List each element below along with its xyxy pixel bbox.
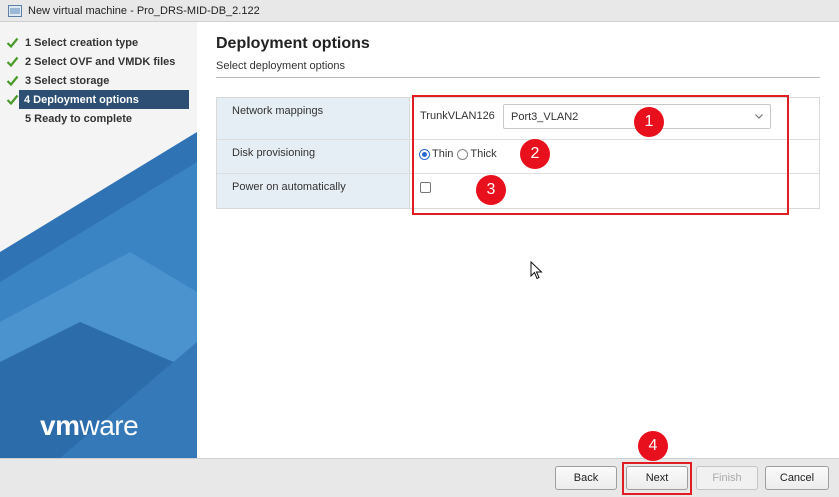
main-panel: Deployment options Select deployment opt… xyxy=(197,22,839,458)
step-3[interactable]: 3 Select storage xyxy=(0,71,197,90)
check-icon xyxy=(6,74,19,87)
page-title: Deployment options xyxy=(216,35,370,52)
vmware-logo: vmware xyxy=(40,410,139,442)
step-label: 1 Select creation type xyxy=(25,36,139,49)
title-bar: New virtual machine - Pro_DRS-MID-DB_2.1… xyxy=(0,0,839,22)
step-4-active[interactable]: 4 Deployment options xyxy=(19,90,189,109)
step-2[interactable]: 2 Select OVF and VMDK files xyxy=(0,52,197,71)
annotation-badge-1: 1 xyxy=(634,107,664,137)
step-1[interactable]: 1 Select creation type xyxy=(0,33,197,52)
window-title: New virtual machine - Pro_DRS-MID-DB_2.1… xyxy=(28,4,260,17)
logo-suffix: ware xyxy=(79,410,139,441)
step-5[interactable]: 5 Ready to complete xyxy=(0,109,197,128)
back-button[interactable]: Back xyxy=(555,466,617,490)
divider xyxy=(216,77,820,78)
mouse-cursor-icon xyxy=(530,261,543,280)
finish-button[interactable]: Finish xyxy=(696,466,758,490)
logo-prefix: vm xyxy=(40,410,80,441)
wizard-steps: 1 Select creation type 2 Select OVF and … xyxy=(0,33,197,128)
vm-window-icon xyxy=(8,4,22,17)
power-on-label: Power on automatically xyxy=(217,174,410,208)
check-icon xyxy=(6,55,19,68)
step-label: 2 Select OVF and VMDK files xyxy=(25,55,176,68)
highlight-options-box xyxy=(412,95,789,215)
cancel-button[interactable]: Cancel xyxy=(765,466,829,490)
annotation-badge-2: 2 xyxy=(520,139,550,169)
disk-provisioning-label: Disk provisioning xyxy=(217,140,410,173)
check-icon xyxy=(6,36,19,49)
annotation-badge-3: 3 xyxy=(476,175,506,205)
step-label: 3 Select storage xyxy=(25,74,110,87)
check-icon xyxy=(6,93,19,106)
network-mappings-label: Network mappings xyxy=(217,98,410,139)
wizard-footer: Back Next Finish Cancel xyxy=(0,458,839,497)
highlight-next-button xyxy=(622,462,692,495)
step-label: 5 Ready to complete xyxy=(25,112,132,125)
step-label: 4 Deployment options xyxy=(24,93,139,106)
wizard-sidebar: 1 Select creation type 2 Select OVF and … xyxy=(0,22,197,458)
page-subtitle: Select deployment options xyxy=(216,60,346,72)
annotation-badge-4: 4 xyxy=(638,431,668,461)
step-4-row: 4 Deployment options xyxy=(0,90,197,109)
